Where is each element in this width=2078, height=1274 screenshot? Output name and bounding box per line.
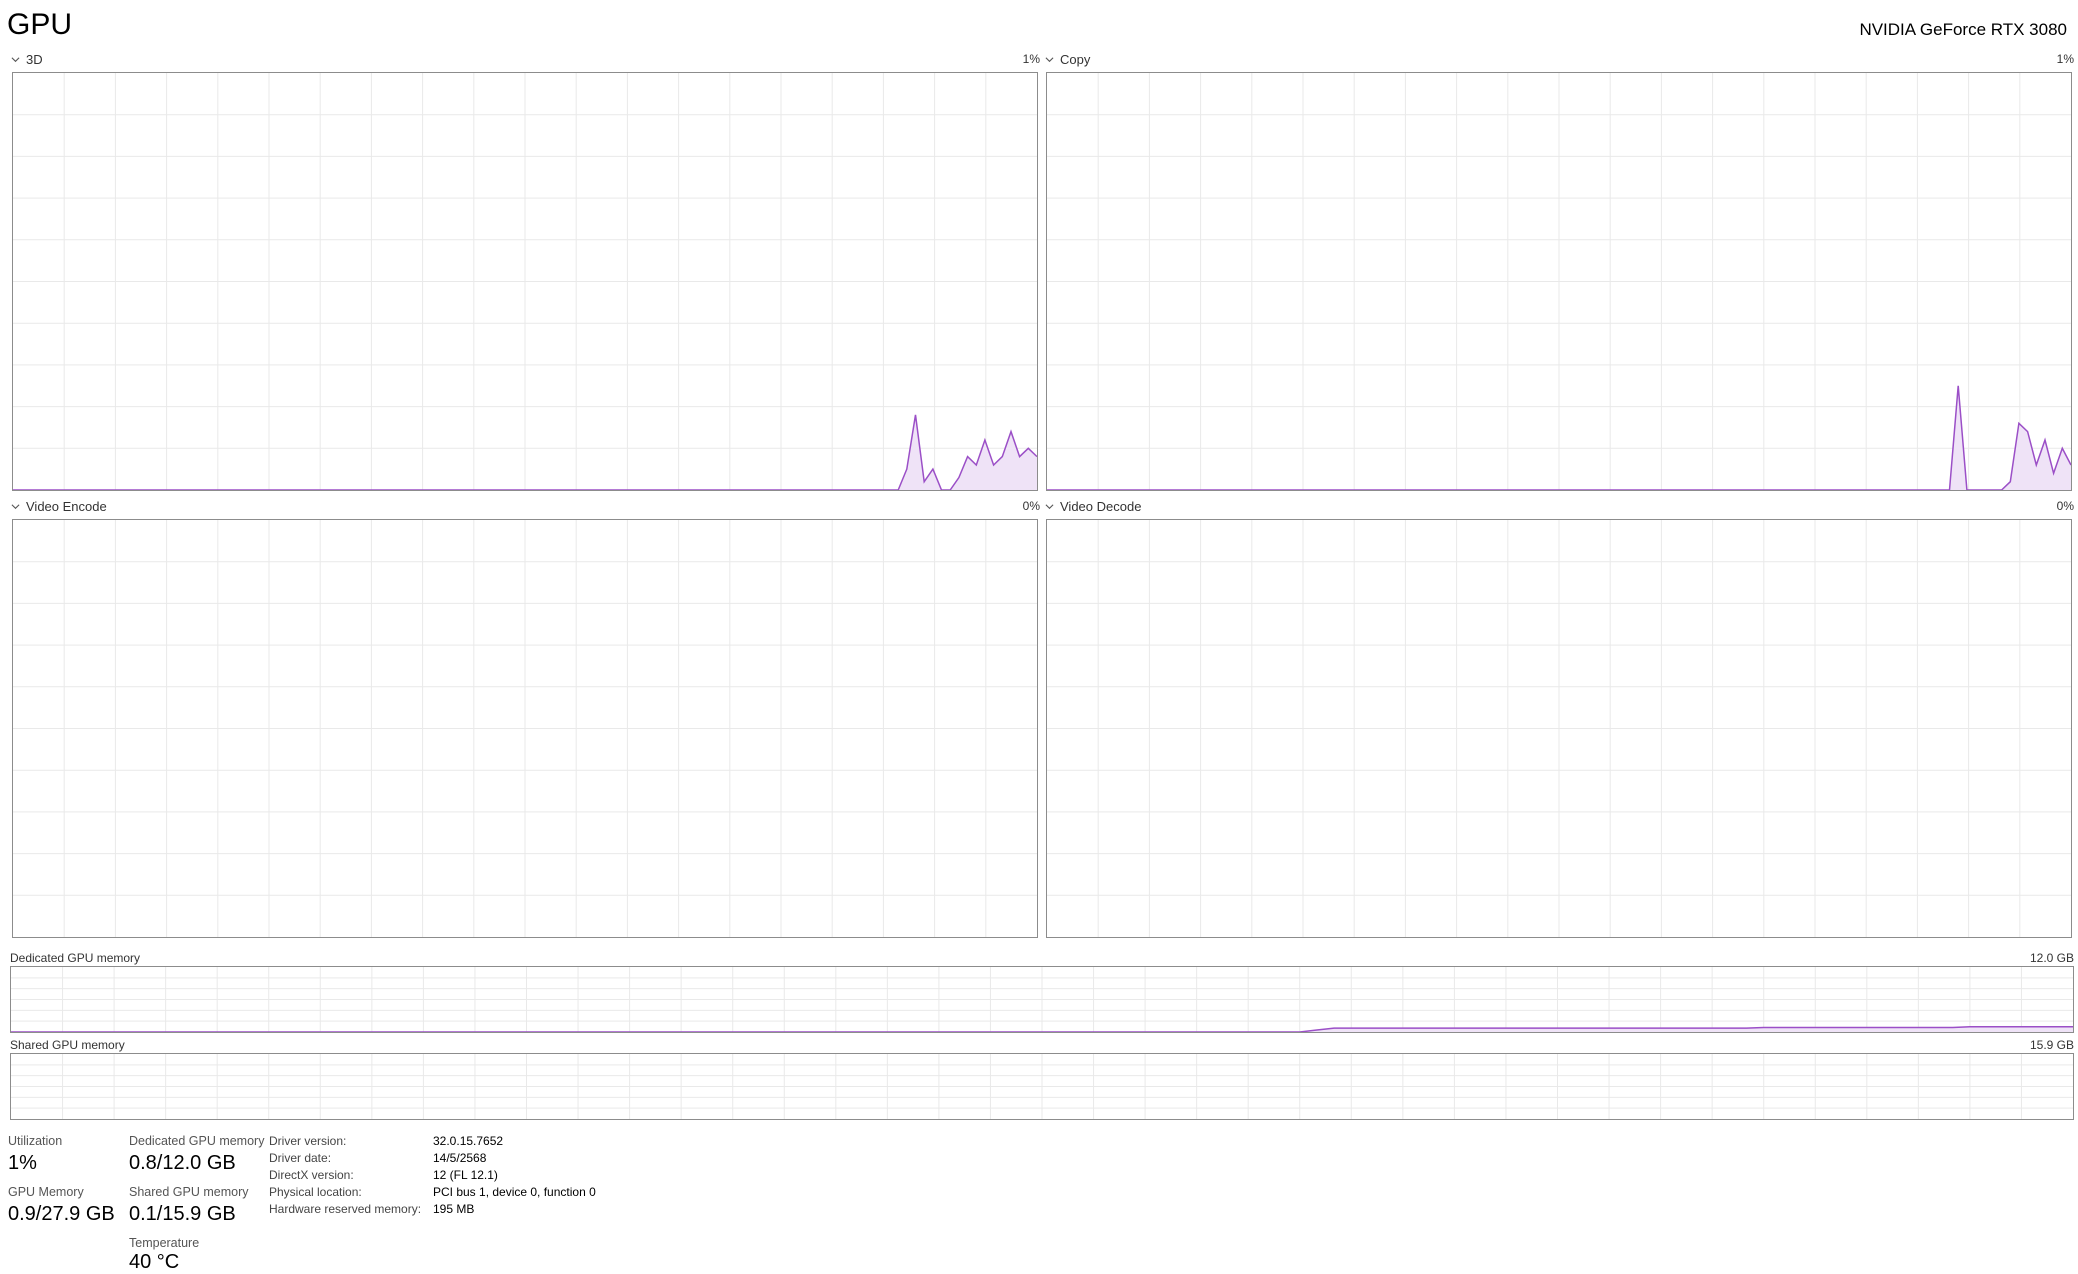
utilization-graph-3d [13, 73, 1037, 490]
graph-3d [12, 72, 1038, 491]
graph-video-encode [12, 519, 1038, 938]
memory-graph-dedicated [11, 967, 2073, 1032]
temperature-value: 40 °C [129, 1251, 180, 1273]
physical-location-key: Physical location: [269, 1185, 362, 1199]
engine-label: Video Encode [26, 499, 107, 514]
graph-dedicated-memory [10, 966, 2074, 1033]
engine-selector-copy[interactable]: Copy [1045, 52, 1090, 67]
driver-date-key: Driver date: [269, 1151, 332, 1165]
engine-selector-video-encode[interactable]: Video Encode [11, 499, 107, 514]
page-title: GPU [7, 8, 73, 41]
engine-max-label: 0% [1022, 499, 1040, 513]
utilization-graph-video-decode [1047, 520, 2071, 937]
chevron-down-icon [1045, 504, 1054, 510]
dedicated-memory-graph-label: Dedicated GPU memory [10, 951, 141, 965]
graph-video-decode [1046, 519, 2072, 938]
utilization-graph-copy [1047, 73, 2071, 490]
chevron-down-icon [11, 57, 20, 63]
gpu-memory-value: 0.9/27.9 GB [8, 1203, 115, 1225]
dedicated-memory-stat-label: Dedicated GPU memory [129, 1134, 265, 1148]
graph-shared-memory [10, 1053, 2074, 1120]
memory-graph-shared [11, 1054, 2073, 1119]
hardware-reserved-memory-value: 195 MB [433, 1202, 475, 1216]
engine-selector-video-decode[interactable]: Video Decode [1045, 499, 1141, 514]
shared-memory-stat-label: Shared GPU memory [129, 1185, 249, 1199]
shared-memory-stat-value: 0.1/15.9 GB [129, 1203, 236, 1225]
dedicated-memory-max-label: 12.0 GB [2029, 951, 2074, 965]
gpu-memory-label: GPU Memory [8, 1185, 84, 1199]
driver-version-value: 32.0.15.7652 [433, 1134, 504, 1148]
graph-copy [1046, 72, 2072, 491]
utilization-label: Utilization [8, 1134, 63, 1148]
driver-date-value: 14/5/2568 [433, 1151, 487, 1165]
utilization-value: 1% [8, 1152, 37, 1174]
engine-max-label: 1% [1022, 52, 1040, 66]
chevron-down-icon [11, 504, 20, 510]
hardware-reserved-memory-key: Hardware reserved memory: [269, 1202, 422, 1216]
utilization-graph-video-encode [13, 520, 1037, 937]
chevron-down-icon [1045, 57, 1054, 63]
directx-version-key: DirectX version: [269, 1168, 354, 1182]
driver-version-key: Driver version: [269, 1134, 347, 1148]
shared-memory-graph-label: Shared GPU memory [10, 1038, 125, 1052]
gpu-device-name: NVIDIA GeForce RTX 3080 [1859, 20, 2067, 39]
dedicated-memory-stat-value: 0.8/12.0 GB [129, 1152, 236, 1174]
temperature-label: Temperature [129, 1236, 200, 1250]
engine-selector-3d[interactable]: 3D [11, 52, 43, 67]
driver-details: Driver version: 32.0.15.7652 Driver date… [269, 1134, 596, 1216]
physical-location-value: PCI bus 1, device 0, function 0 [433, 1185, 596, 1199]
engine-label: Video Decode [1060, 499, 1142, 514]
shared-memory-max-label: 15.9 GB [2029, 1038, 2074, 1052]
engine-label: Copy [1060, 52, 1091, 67]
engine-label: 3D [26, 52, 43, 67]
directx-version-value: 12 (FL 12.1) [433, 1168, 498, 1182]
engine-max-label: 1% [2056, 52, 2074, 66]
engine-max-label: 0% [2056, 499, 2074, 513]
